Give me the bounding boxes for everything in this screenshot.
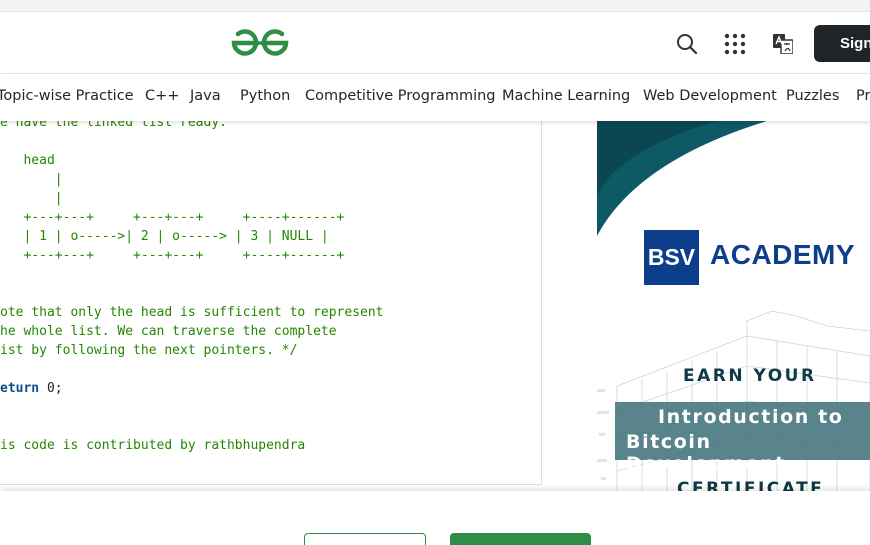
secondary-action-button[interactable] (304, 533, 426, 545)
code-line: +---+---+ +---+---+ +----+------+ (0, 248, 345, 263)
code-line: | (0, 191, 63, 206)
nav-item-web-development[interactable]: Web Development (643, 88, 777, 104)
nav-item-puzzles[interactable]: Puzzles (786, 88, 839, 104)
nav-item-topic-wise-practice[interactable]: Topic-wise Practice (0, 88, 134, 104)
code-block: e have the linked list ready. head | | +… (0, 121, 384, 455)
code-return-line: eturn 0; (0, 379, 384, 398)
academy-wordmark: ACADEMY (710, 239, 856, 270)
code-line: +---+---+ +---+---+ +----+------+ (0, 210, 345, 225)
browser-top-strip (0, 0, 870, 12)
primary-action-button[interactable] (450, 533, 591, 545)
code-panel: e have the linked list ready. head | | +… (0, 121, 542, 485)
certificate-text: CERTIFICATE (677, 479, 825, 491)
bsv-logo-box: BSV (644, 230, 699, 285)
bsv-academy-ad[interactable]: BSV ACADEMY EARN YOUR Introduction to Bi… (597, 121, 870, 491)
code-line: ist by following the next pointers. */ (0, 343, 298, 358)
return-keyword: eturn (0, 381, 40, 396)
code-line: is code is contributed by rathbhupendra (0, 438, 306, 453)
course-title-line2: Bitcoin Development (626, 431, 786, 475)
search-icon[interactable] (675, 32, 699, 56)
code-line: head (0, 153, 55, 168)
course-title-line1: Introduction to (658, 406, 844, 428)
code-line: | 1 | o----->| 2 | o-----> | 3 | NULL | (0, 229, 329, 244)
geeksforgeeks-logo[interactable] (231, 26, 289, 60)
bottom-consent-bar (0, 491, 870, 545)
code-line: e have the linked list ready. (0, 121, 227, 130)
code-line: | (0, 172, 63, 187)
sign-in-button[interactable]: Sign (814, 25, 870, 62)
site-header: Sign (0, 12, 870, 74)
earn-your-text: EARN YOUR (683, 366, 817, 386)
code-line: ote that only the head is sufficient to … (0, 305, 384, 320)
code-line: he whole list. We can traverse the compl… (0, 324, 337, 339)
nav-item-practice-truncated[interactable]: Pr (856, 88, 870, 104)
translate-icon[interactable] (771, 32, 795, 56)
nav-item-machine-learning[interactable]: Machine Learning (502, 88, 630, 104)
nav-item-cpp[interactable]: C++ (145, 88, 179, 104)
return-value: 0; (39, 381, 63, 396)
nav-item-python[interactable]: Python (240, 88, 290, 104)
nav-item-competitive-programming[interactable]: Competitive Programming (305, 88, 496, 104)
apps-grid-icon[interactable] (723, 32, 747, 56)
nav-item-java[interactable]: Java (190, 88, 221, 104)
topic-nav-bar: Topic-wise Practice C++ Java Python Comp… (0, 74, 870, 121)
